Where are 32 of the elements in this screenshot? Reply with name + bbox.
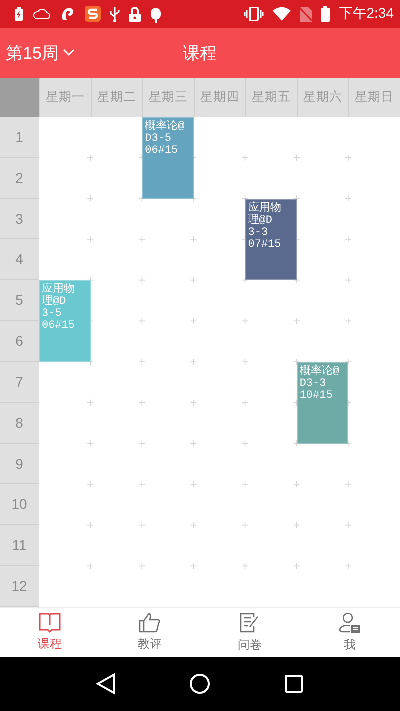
nav-tab[interactable]: 课程 xyxy=(0,608,100,657)
user-card-icon xyxy=(339,612,361,634)
thumbs-up-icon xyxy=(139,612,161,632)
recents-icon[interactable] xyxy=(284,674,304,694)
battery-charging-icon xyxy=(14,7,24,21)
nav-tab[interactable]: 教评 xyxy=(100,608,200,657)
corner-cell xyxy=(0,78,39,117)
page-title: 课程 xyxy=(183,42,217,64)
nav-tab[interactable]: 我 xyxy=(300,608,400,657)
app-icon xyxy=(85,6,101,22)
nav-tab[interactable]: 问卷 xyxy=(200,608,300,657)
wifi-icon xyxy=(272,7,291,21)
document-pen-icon xyxy=(239,612,261,634)
week-selector[interactable]: 第15周 xyxy=(0,42,81,64)
usb-icon xyxy=(110,6,120,22)
course-card[interactable]: 概率论@D3-3 10#15 xyxy=(296,362,348,444)
course-info: 概率论@D3-5 06#15 xyxy=(145,121,186,157)
book-icon xyxy=(39,612,61,632)
lock-icon xyxy=(129,6,141,22)
course-card[interactable]: 应用物理@D 3-3 07#15 xyxy=(245,198,297,280)
back-icon[interactable] xyxy=(96,673,116,695)
no-sim-icon xyxy=(300,6,312,22)
vibrate-icon xyxy=(244,7,264,21)
cloud-icon xyxy=(33,8,51,20)
course-info: 应用物理@D 3-3 07#15 xyxy=(248,202,282,251)
course-card[interactable]: 概率论@D3-5 06#15 xyxy=(142,117,194,199)
status-time: 下午2:34 xyxy=(338,5,394,23)
course-info: 概率论@D3-3 10#15 xyxy=(300,366,340,402)
course-info: 应用物理@D 3-5 06#15 xyxy=(42,284,76,332)
chevron-down-icon xyxy=(62,49,75,57)
battery-icon xyxy=(320,6,330,22)
home-icon[interactable] xyxy=(188,673,211,695)
